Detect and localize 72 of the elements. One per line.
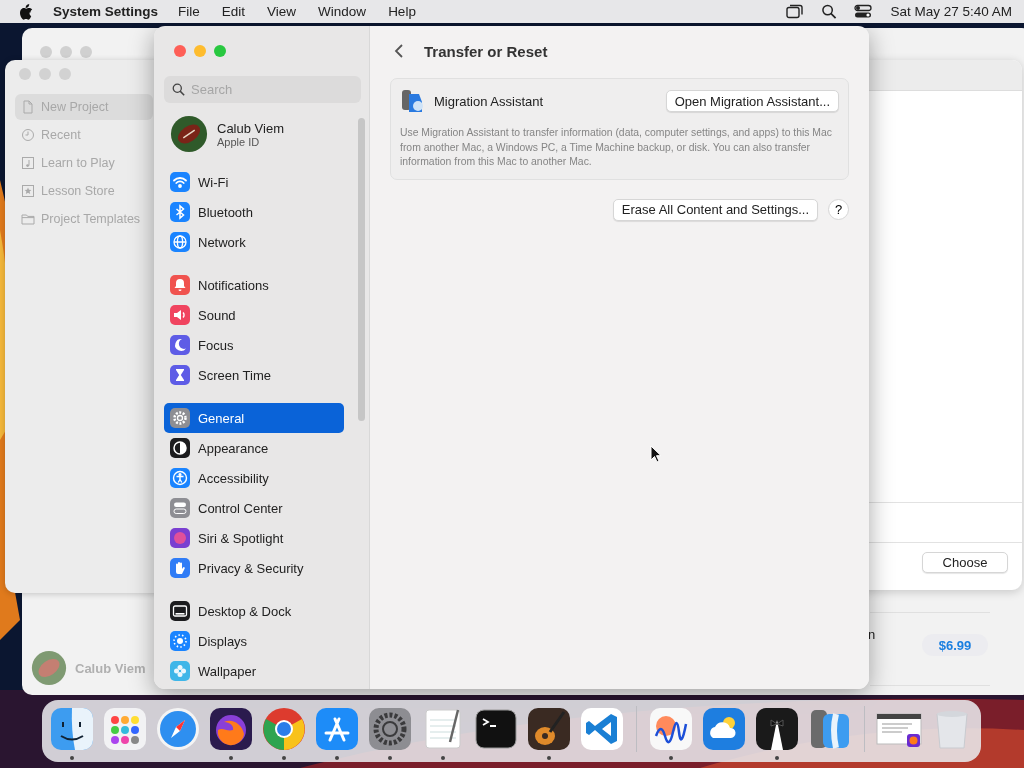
running-indicator-icon xyxy=(69,756,74,760)
compass-icon[interactable] xyxy=(154,706,201,752)
app-menu[interactable]: System Settings xyxy=(53,4,159,19)
running-indicator-icon xyxy=(228,756,233,760)
row-title: n xyxy=(868,627,876,642)
fox-icon[interactable] xyxy=(207,706,254,752)
migration-icon xyxy=(400,88,424,114)
erase-button[interactable]: Erase All Content and Settings... xyxy=(612,198,818,221)
sidebar-item[interactable]: Notifications xyxy=(164,270,344,300)
running-indicator-icon xyxy=(774,756,779,760)
choose-button[interactable]: Choose xyxy=(922,552,1008,573)
app-store-icon[interactable] xyxy=(313,706,360,752)
back-chevron-icon[interactable] xyxy=(394,43,404,59)
menu-item[interactable]: Window xyxy=(318,4,367,19)
menu-item[interactable]: Help xyxy=(388,4,416,19)
search-icon xyxy=(172,83,185,96)
sidebar-item[interactable]: Displays xyxy=(164,626,344,656)
sidebar-item[interactable]: General xyxy=(164,403,344,433)
guitar-icon[interactable] xyxy=(525,706,572,752)
settings-icon[interactable] xyxy=(366,706,413,752)
football-avatar-icon[interactable] xyxy=(170,115,208,153)
account-subtitle: Apple ID xyxy=(217,135,261,148)
sidebar-item[interactable]: Wi-Fi xyxy=(164,167,344,197)
running-indicator-icon xyxy=(281,756,286,760)
running-indicator-icon xyxy=(440,756,445,760)
squiggle-icon[interactable] xyxy=(647,706,694,752)
windows-icon[interactable] xyxy=(786,4,805,19)
sidebar-item[interactable]: Siri & Spotlight xyxy=(164,523,344,553)
search-icon[interactable] xyxy=(820,4,839,19)
account-name[interactable]: Calub Viem xyxy=(217,120,284,136)
sidebar-item[interactable]: Accessibility xyxy=(164,463,344,493)
migration-title: Migration Assistant xyxy=(434,93,545,109)
sidebar-item[interactable]: Network xyxy=(164,227,344,257)
cloud-sun-icon[interactable] xyxy=(700,706,747,752)
document-icon xyxy=(21,100,35,114)
account-name: Calub Viem xyxy=(75,661,146,676)
app-grid-icon[interactable] xyxy=(101,706,148,752)
apple-logo-icon[interactable] xyxy=(19,3,33,20)
control-center-icon[interactable] xyxy=(854,4,873,19)
clock-icon xyxy=(21,128,35,142)
migration-description: Use Migration Assistant to transfer information (data, computer settings, and apps) to this Mac from another Mac, a Windows PC, a Time Machine backup, or disk. You can also transfer information from this Mac to another Mac. xyxy=(400,126,833,169)
sidebar-item[interactable]: Privacy & Security xyxy=(164,553,344,583)
clock[interactable]: Sat May 27 5:40 AM xyxy=(890,4,1012,19)
sidebar-item[interactable]: Bluetooth xyxy=(164,197,344,227)
note-icon xyxy=(21,156,35,170)
sidebar-item[interactable]: Sound xyxy=(164,300,344,330)
running-indicator-icon xyxy=(387,756,392,760)
folder-icon xyxy=(21,212,35,226)
sidebar-item[interactable]: Focus xyxy=(164,330,344,360)
menu-item[interactable]: File xyxy=(178,4,200,19)
football-avatar-icon xyxy=(31,650,67,686)
ribbon-icon[interactable] xyxy=(578,706,625,752)
sidebar-item[interactable]: Screen Time xyxy=(164,360,344,390)
open-migration-button[interactable]: Open Migration Assistant... xyxy=(665,90,839,112)
running-indicator-icon xyxy=(334,756,339,760)
close-button[interactable] xyxy=(174,45,186,57)
page-title: Transfer or Reset xyxy=(424,42,548,60)
sidebar-item[interactable]: Wallpaper xyxy=(164,656,344,686)
sidebar-item[interactable]: Control Center xyxy=(164,493,344,523)
running-indicator-icon xyxy=(546,756,551,760)
scrollbar[interactable] xyxy=(358,118,365,421)
sidebar-item[interactable]: Appearance xyxy=(164,433,344,463)
color-ring-icon[interactable] xyxy=(260,706,307,752)
sidebar-item[interactable]: Desktop & Dock xyxy=(164,596,344,626)
menu-item[interactable]: Edit xyxy=(221,4,246,19)
tuxedo-icon[interactable] xyxy=(753,706,800,752)
menu-item[interactable]: View xyxy=(267,4,297,19)
running-indicator-icon xyxy=(668,756,673,760)
smiley-face-icon[interactable] xyxy=(48,706,95,752)
cursor-icon xyxy=(650,445,662,463)
terminal-icon[interactable] xyxy=(472,706,519,752)
help-button[interactable]: ? xyxy=(828,199,849,220)
